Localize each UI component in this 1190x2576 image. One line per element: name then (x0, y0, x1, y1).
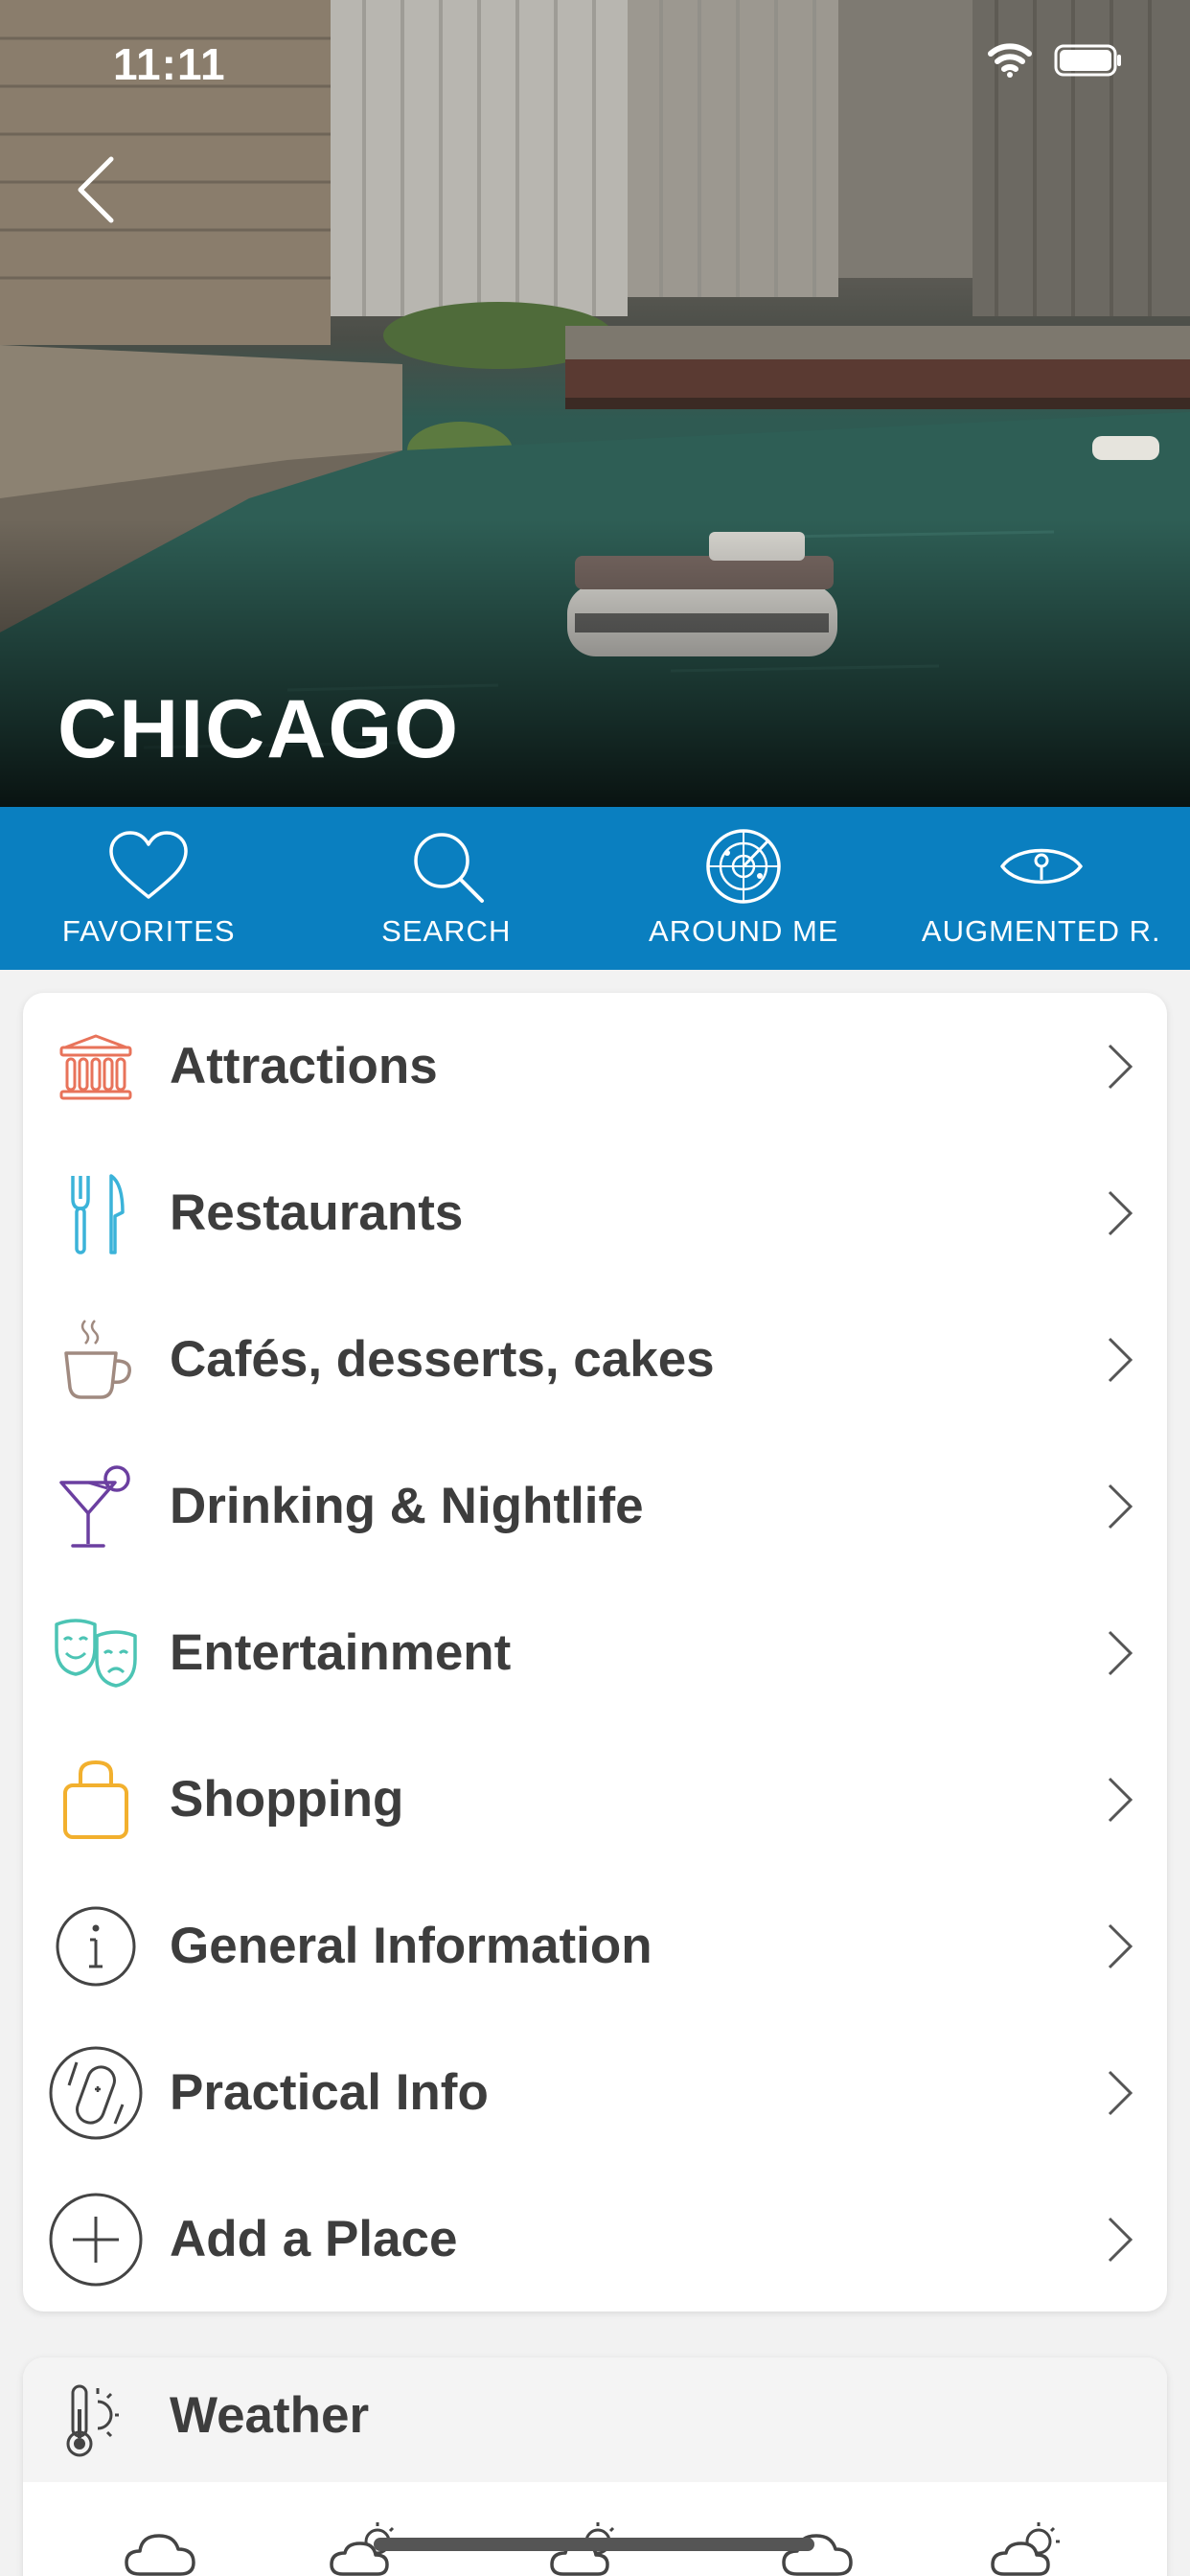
menu-item-restaurants[interactable]: Restaurants (23, 1139, 1167, 1286)
weather-forecast (23, 2482, 1167, 2576)
back-button[interactable] (69, 151, 126, 228)
around-me-button[interactable]: AROUND ME (595, 807, 893, 970)
thermometer-sun-icon (66, 2384, 119, 2457)
menu-item-practical-info[interactable]: Practical Info (23, 2019, 1167, 2166)
menu-item-label: Shopping (170, 1771, 404, 1828)
augmented-reality-label: AUGMENTED R. (921, 914, 1161, 948)
chevron-right-icon (1108, 2217, 1133, 2262)
menu-item-shopping[interactable]: Shopping (23, 1726, 1167, 1873)
search-label: SEARCH (381, 914, 512, 948)
favorites-label: FAVORITES (61, 914, 236, 948)
fork-knife-icon (48, 1165, 144, 1261)
augmented-reality-button[interactable]: AUGMENTED R. (893, 807, 1190, 970)
menu-item-label: Add a Place (170, 2211, 458, 2267)
menu-item-label: Attractions (170, 1038, 438, 1094)
info-icon (48, 1898, 144, 1994)
plus-circle-icon (48, 2192, 144, 2288)
chevron-left-icon (78, 156, 114, 223)
search-button[interactable]: SEARCH (298, 807, 596, 970)
menu-item-label: General Information (170, 1918, 652, 1974)
cocktail-icon (48, 1459, 144, 1554)
status-icons (987, 42, 1123, 79)
wifi-icon (988, 43, 1032, 78)
coffee-cup-icon (48, 1312, 144, 1408)
favorites-button[interactable]: FAVORITES (0, 807, 298, 970)
menu-item-general-information[interactable]: General Information (23, 1873, 1167, 2019)
menu-item-label: Drinking & Nightlife (170, 1478, 644, 1534)
around-me-label: AROUND ME (649, 914, 839, 948)
search-icon (414, 833, 484, 903)
radar-icon (706, 829, 781, 904)
menu-item-label: Cafés, desserts, cakes (170, 1331, 715, 1388)
chevron-right-icon (1108, 1777, 1133, 1822)
menu-item-label: Restaurants (170, 1184, 464, 1241)
quick-actions-bar: FAVORITES SEARCH AROUND ME AUGMENTED R. (0, 807, 1190, 970)
eye-icon (1000, 848, 1083, 885)
menu-item-add-place[interactable]: Add a Place (23, 2166, 1167, 2312)
chevron-right-icon (1108, 1190, 1133, 1235)
chevron-right-icon (1108, 1337, 1133, 1382)
swiss-knife-icon (48, 2045, 144, 2141)
chevron-right-icon (1108, 1923, 1133, 1968)
hero-banner: 11:11 CHICAGO (0, 0, 1190, 807)
menu-item-entertainment[interactable]: Entertainment (23, 1579, 1167, 1726)
menu-item-attractions[interactable]: Attractions (23, 993, 1167, 1139)
menu-item-label: Entertainment (170, 1624, 512, 1681)
sun-rain-icon (991, 2522, 1060, 2576)
menu-item-cafes[interactable]: Cafés, desserts, cakes (23, 1286, 1167, 1433)
home-indicator (374, 2538, 814, 2551)
theater-masks-icon (48, 1605, 144, 1701)
chevron-right-icon (1108, 1044, 1133, 1089)
menu-item-label: Practical Info (170, 2064, 489, 2121)
menu-item-drinking-nightlife[interactable]: Drinking & Nightlife (23, 1433, 1167, 1579)
page-title: CHICAGO (57, 683, 461, 775)
museum-icon (48, 1019, 144, 1115)
cloud-icon (125, 2534, 195, 2576)
category-menu: Attractions Restaurants Cafés, desserts,… (23, 993, 1167, 2312)
status-time: 11:11 (113, 39, 226, 89)
chevron-right-icon (1108, 1630, 1133, 1675)
chevron-right-icon (1108, 2070, 1133, 2115)
heart-icon (109, 831, 188, 899)
weather-title: Weather (170, 2387, 370, 2444)
weather-header[interactable]: Weather (23, 2358, 1167, 2482)
shopping-bag-icon (48, 1752, 144, 1848)
chevron-right-icon (1108, 1484, 1133, 1529)
battery-icon (1054, 44, 1121, 77)
